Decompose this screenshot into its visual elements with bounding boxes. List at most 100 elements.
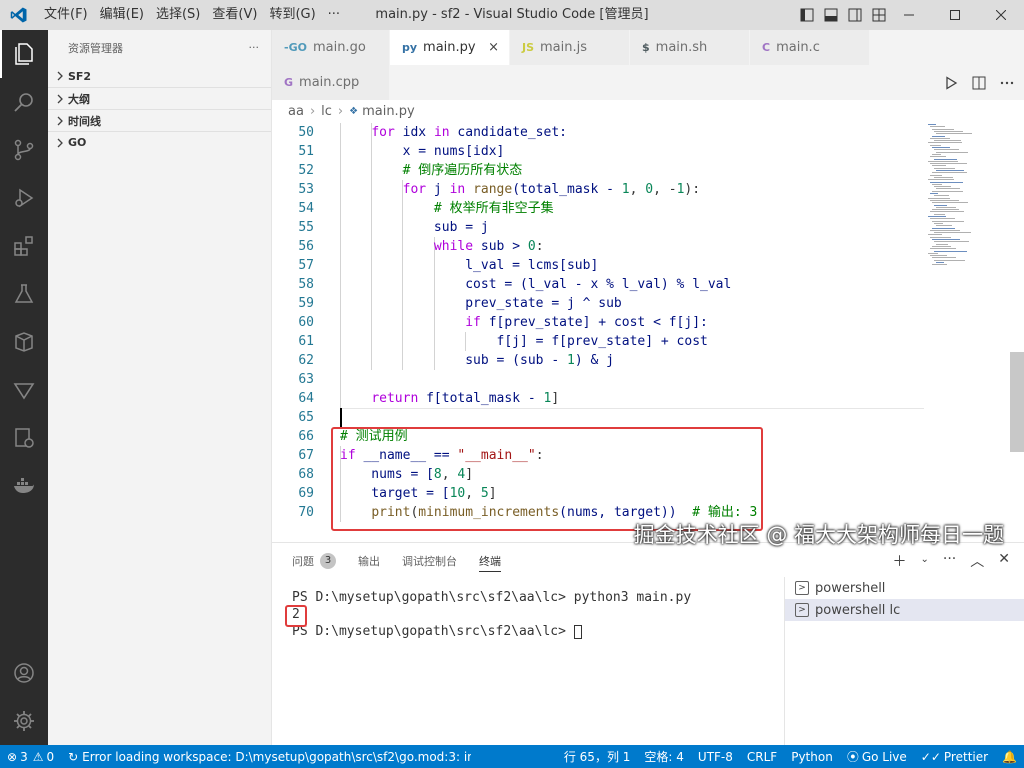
code-text: cost = (l_val - x % l_val) % l_val xyxy=(340,275,731,294)
run-file-icon[interactable] xyxy=(944,75,958,90)
terminal-instance-powershell[interactable]: > powershell xyxy=(785,577,1024,599)
minimap[interactable] xyxy=(928,122,998,272)
tab-main-c[interactable]: Cmain.c xyxy=(750,30,870,65)
minimap-line xyxy=(932,165,946,167)
project-manager-icon[interactable] xyxy=(0,414,48,462)
minimize-button[interactable] xyxy=(886,0,932,30)
minimap-line xyxy=(930,236,951,238)
customize-layout-icon[interactable] xyxy=(872,8,886,22)
menu-item-1[interactable]: 编辑(E) xyxy=(94,0,150,30)
terminal-output[interactable]: PS D:\mysetup\gopath\src\sf2\aa\lc> pyth… xyxy=(292,589,782,640)
cursor-position-status[interactable]: 行 65，列 1 xyxy=(557,748,638,765)
breadcrumb-item[interactable]: aa xyxy=(288,104,304,119)
tab-main-go[interactable]: -GO main.go xyxy=(272,30,390,65)
terminal-instance-powershell-lc[interactable]: > powershell lc xyxy=(785,599,1024,621)
account-icon[interactable] xyxy=(0,649,48,697)
explorer-more-actions-icon[interactable]: ··· xyxy=(249,41,260,54)
tab-main-cpp[interactable]: Gmain.cpp xyxy=(272,65,390,100)
code-token: 1 xyxy=(621,182,630,197)
file-type-icon: C xyxy=(762,41,771,54)
close-window-button[interactable] xyxy=(978,0,1024,30)
breadcrumb-item[interactable]: main.py xyxy=(362,104,415,119)
maximize-button[interactable] xyxy=(932,0,978,30)
panel-tab-2[interactable]: 调试控制台 xyxy=(402,543,457,578)
encoding-status[interactable]: UTF-8 xyxy=(691,750,740,764)
gitlens-icon[interactable] xyxy=(0,366,48,414)
file-type-icon: -GO xyxy=(284,41,307,54)
code-line: 53 for j in range(total_mask - 1, 0, -1)… xyxy=(272,180,932,199)
problems-status[interactable]: ⊗ 3 ⚠ 0 xyxy=(0,750,61,764)
menu-item-5[interactable]: ··· xyxy=(322,0,346,30)
code-text: f[j] = f[prev_state] + cost xyxy=(340,332,708,351)
menu-item-0[interactable]: 文件(F) xyxy=(38,0,94,30)
explorer-title: 资源管理器 xyxy=(68,41,123,55)
more-actions-icon[interactable] xyxy=(1000,76,1014,90)
sidebar-section-1[interactable]: 大纲 xyxy=(48,87,271,109)
code-token: while xyxy=(433,239,474,254)
code-editor[interactable]: 50 for idx in candidate_set: 51 x = nums[… xyxy=(272,122,1024,542)
go-live-status[interactable]: ⦿ Go Live xyxy=(840,748,914,765)
remote-explorer-icon[interactable] xyxy=(0,318,48,366)
run-debug-icon[interactable] xyxy=(0,174,48,222)
search-icon[interactable] xyxy=(0,78,48,126)
file-type-icon: py xyxy=(402,41,418,54)
minimap-line xyxy=(928,142,962,144)
panel-more-icon[interactable]: ··· xyxy=(943,551,956,571)
tab-main-js[interactable]: JS main.js xyxy=(510,30,630,65)
tab-close-icon[interactable]: × xyxy=(488,40,499,55)
extensions-icon[interactable] xyxy=(0,222,48,270)
warning-icon: ⚠ xyxy=(32,749,44,764)
tab-main-sh[interactable]: $ main.sh xyxy=(630,30,750,65)
terminal-icon: > xyxy=(795,581,809,595)
sidebar-section-label: SF2 xyxy=(68,69,92,83)
source-control-icon[interactable] xyxy=(0,126,48,174)
panel-tab-3[interactable]: 终端 xyxy=(479,543,501,578)
explorer-icon[interactable] xyxy=(0,30,48,78)
settings-gear-icon[interactable] xyxy=(0,697,48,745)
menu-item-4[interactable]: 转到(G) xyxy=(263,0,321,30)
maximize-panel-chevron-up-icon[interactable]: ︿ xyxy=(970,551,984,571)
new-terminal-icon[interactable]: ＋ xyxy=(893,551,907,571)
workspace-error-status[interactable]: ↻ Error loading workspace: D:\mysetup\go… xyxy=(61,750,471,764)
minimap-line xyxy=(934,167,955,169)
sidebar-section-2[interactable]: 时间线 xyxy=(48,109,271,131)
notifications-bell-icon[interactable]: 🔔 xyxy=(995,750,1024,764)
testing-icon[interactable] xyxy=(0,270,48,318)
split-editor-icon[interactable] xyxy=(972,76,986,90)
toggle-sidebar-icon[interactable] xyxy=(800,8,814,22)
sidebar-section-0[interactable]: SF2 xyxy=(48,65,271,87)
line-number: 66 xyxy=(298,429,314,444)
docker-icon[interactable] xyxy=(0,462,48,510)
minimap-line xyxy=(936,262,944,263)
toggle-secondary-sidebar-icon[interactable] xyxy=(848,8,862,22)
sync-icon: ↻ xyxy=(68,749,79,764)
editor-scrollbar[interactable] xyxy=(1010,352,1024,452)
menu-item-3[interactable]: 查看(V) xyxy=(206,0,263,30)
tab-main-py[interactable]: py main.py × xyxy=(390,30,510,65)
minimap-line xyxy=(934,158,957,160)
code-token: , - xyxy=(653,182,677,197)
code-line: 54 # 枚举所有非空子集 xyxy=(272,199,932,218)
code-line: 51 x = nums[idx] xyxy=(272,142,932,161)
language-mode-status[interactable]: Python xyxy=(784,750,840,764)
tab-label: main.py xyxy=(423,40,476,55)
sidebar-section-3[interactable]: GO xyxy=(48,131,271,153)
code-token: for xyxy=(402,182,427,197)
terminal-dropdown-chevron-down-icon[interactable]: ⌄ xyxy=(921,551,929,571)
panel-tab-1[interactable]: 输出 xyxy=(358,543,380,578)
menu-item-2[interactable]: 选择(S) xyxy=(150,0,206,30)
close-panel-close-icon[interactable]: ✕ xyxy=(998,551,1010,571)
minimap-line xyxy=(930,229,960,231)
panel-tab-0[interactable]: 问题 3 xyxy=(292,543,336,578)
prettier-status[interactable]: ✓✓ Prettier xyxy=(914,750,995,764)
toggle-panel-icon[interactable] xyxy=(824,8,838,22)
eol-status[interactable]: CRLF xyxy=(740,750,784,764)
explorer-header: 资源管理器 ··· xyxy=(48,30,271,65)
indentation-status[interactable]: 空格: 4 xyxy=(637,748,691,765)
breadcrumb-item[interactable]: lc xyxy=(321,104,332,119)
